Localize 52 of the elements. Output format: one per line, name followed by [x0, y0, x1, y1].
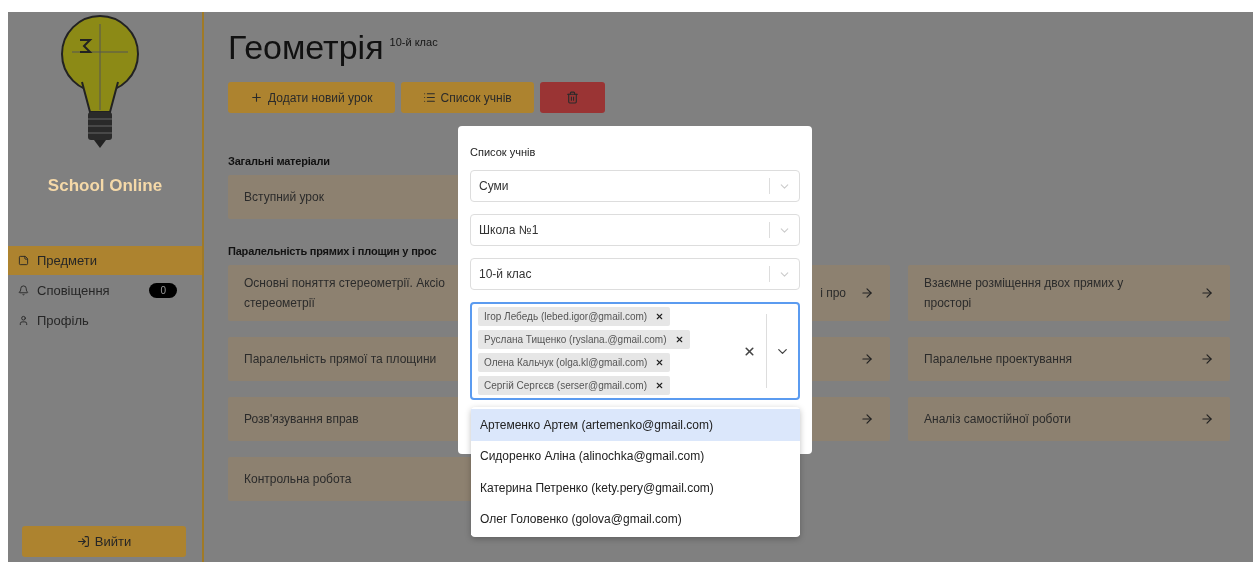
student-list-button[interactable]: Список учнів — [400, 82, 534, 113]
lesson-title: Паралельне проектування — [924, 351, 1072, 368]
bell-icon — [18, 285, 29, 296]
dropdown-option[interactable]: Катерина Петренко (kety.pery@gmail.com) — [471, 472, 800, 504]
remove-icon[interactable] — [655, 381, 665, 390]
lesson-title: Контрольна робота — [244, 471, 352, 488]
trash-icon — [565, 91, 579, 104]
remove-icon[interactable] — [655, 312, 665, 321]
student-chip: Руслана Тищенко (ryslana.@gmail.com) — [478, 330, 690, 349]
select-field[interactable]: Суми — [470, 170, 800, 202]
dropdown-option[interactable]: Артеменко Артем (artemenko@gmail.com) — [471, 409, 800, 441]
section-title: Паралельність прямих і площин у прос — [228, 245, 438, 257]
nav-label: Профіль — [37, 313, 90, 328]
select-field[interactable]: 10-й клас — [470, 258, 800, 290]
multi-select-field[interactable]: Ігор Лебедь (lebed.igor@gmail.com) Руслана Тищенко (ryslana.@gmail.com) Олена Кальчук (olga.kl@gmail.com) Сергій Сергєєв (serser@gmail.com) — [470, 302, 800, 400]
remove-icon[interactable] — [655, 358, 665, 367]
lesson-card[interactable]: Паралельне проектування — [908, 337, 1230, 381]
lesson-title: Взаємне розміщення двох прямих у просторі — [924, 275, 1124, 312]
lesson-title: і про — [819, 285, 847, 302]
lesson-title: Основні поняття стереометрії. Аксіо стереометрії — [244, 275, 445, 312]
page-title: Геометрія — [228, 28, 384, 67]
lesson-card[interactable]: Взаємне розміщення двох прямих у просторі — [908, 265, 1230, 321]
plus-icon — [250, 91, 263, 104]
select-field[interactable]: Школа №1 — [470, 214, 800, 246]
user-icon — [18, 315, 29, 326]
logout-button[interactable]: Вийти — [22, 526, 186, 557]
nav-item[interactable]: Профіль — [8, 306, 202, 335]
section-title: Загальні матеріали — [228, 155, 331, 167]
note-icon — [18, 255, 29, 266]
dropdown-option[interactable]: Сидоренко Аліна (alinochka@gmail.com) — [471, 440, 800, 472]
student-chip: Сергій Сергєєв (serser@gmail.com) — [478, 376, 671, 395]
lesson-title: Паралельність прямої та площини — [244, 351, 437, 368]
nav-item[interactable]: Сповіщення 0 — [8, 276, 202, 305]
lesson-title: Аналіз самостійної роботи — [924, 411, 1072, 428]
count-badge: 0 — [149, 283, 177, 298]
student-chip: Ігор Лебедь (lebed.igor@gmail.com) — [478, 307, 671, 326]
nav-label: Сповіщення — [37, 283, 111, 298]
clear-icon[interactable] — [743, 344, 756, 358]
grade-label: 10-й клас — [389, 36, 438, 48]
dropdown-option[interactable]: Олег Головенко (golova@gmail.com) — [471, 503, 800, 535]
lesson-card[interactable]: Аналіз самостійної роботи — [908, 397, 1230, 441]
remove-icon[interactable] — [674, 335, 684, 344]
exit-icon — [76, 535, 90, 548]
nav-label: Предмети — [37, 253, 99, 268]
student-chip: Олена Кальчук (olga.kl@gmail.com) — [478, 353, 671, 372]
nav-item[interactable]: Предмети — [8, 246, 202, 275]
brand-name: School Online — [46, 176, 164, 196]
add-lesson-button[interactable]: Додати новий урок — [228, 82, 395, 113]
lesson-title: Вступний урок — [244, 189, 324, 206]
list-icon — [422, 91, 436, 104]
dialog-title: Список учнів — [470, 146, 537, 158]
lesson-title: Розв'язування вправ — [244, 411, 359, 428]
